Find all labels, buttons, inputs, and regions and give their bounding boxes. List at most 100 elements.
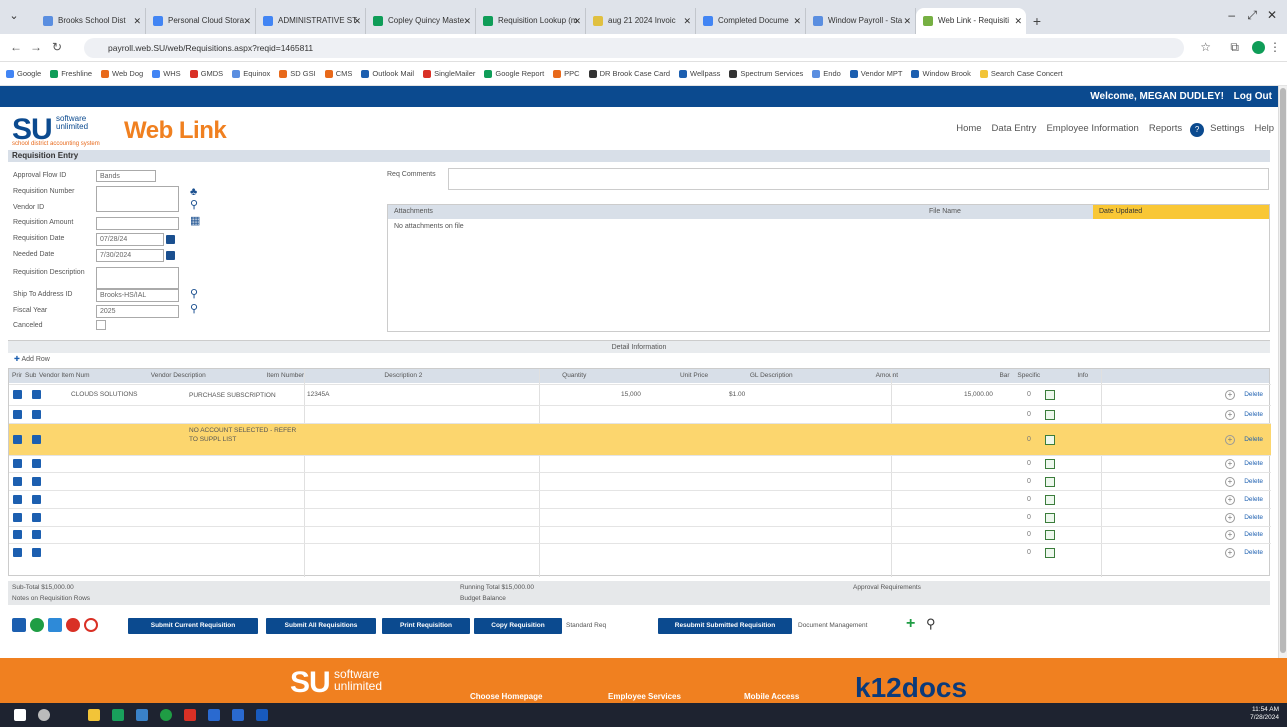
nav-help[interactable]: Help [1254,123,1274,137]
detail-calendar-icon[interactable] [1045,459,1055,469]
tab-close-icon[interactable]: ✕ [243,8,251,34]
bookmark-item[interactable]: Google Report [484,69,544,78]
bookmark-item[interactable]: DR Brook Case Card [588,69,670,78]
delete-icon[interactable] [66,618,80,632]
item-number-cell[interactable]: 12345A [307,391,329,398]
date-updated-col[interactable]: Date Updated [1093,205,1269,219]
browser-menu-icon[interactable]: ⋮ [1269,40,1281,54]
footer-link-employee[interactable]: Employee Services [608,692,681,701]
bookmark-item[interactable]: GMDS [189,69,223,78]
taskbar-app-icon[interactable] [136,709,148,721]
print-checkbox[interactable] [13,513,22,522]
grid-col-11[interactable]: Specific [1014,369,1074,383]
file-explorer-icon[interactable] [88,709,100,721]
print-requisition-button[interactable]: Print Requisition [382,618,470,634]
requisition-lookup-icon[interactable]: ♣ [190,186,197,198]
browser-tab-6[interactable]: Completed Docume ✕ [696,8,806,34]
grid-col-7[interactable]: Unit Price [677,369,747,383]
row-delete-link[interactable]: Delete [1244,411,1263,418]
resubmit-button[interactable]: Resubmit Submitted Requisition [658,618,792,634]
row-add-icon[interactable]: + [1225,459,1235,469]
scrollbar-thumb[interactable] [1280,88,1286,653]
row-delete-link[interactable]: Delete [1244,531,1263,538]
add-row-button[interactable]: ✚ Add Row [14,355,50,363]
row-add-icon[interactable]: + [1225,530,1235,540]
nav-data-entry[interactable]: Data Entry [992,123,1037,137]
bookmark-item[interactable]: Equinox [232,69,270,78]
row-add-icon[interactable]: + [1225,477,1235,487]
tab-close-icon[interactable]: ✕ [133,8,141,34]
table-row[interactable]: 0 + Delete [9,472,1271,490]
field-input-5[interactable]: 7/30/2024 [96,249,164,262]
calendar-icon[interactable] [166,235,175,244]
print-checkbox[interactable] [13,459,22,468]
bookmark-item[interactable]: CMS [324,69,352,78]
detail-calendar-icon[interactable] [1045,495,1055,505]
profile-avatar[interactable] [1252,41,1265,54]
bookmark-item[interactable]: WHS [152,69,181,78]
nav-reports[interactable]: Reports [1149,123,1182,137]
sub-checkbox[interactable] [32,459,41,468]
chrome-icon[interactable] [160,709,172,721]
minimize-icon[interactable]: – [1228,8,1235,22]
split-icon[interactable] [48,618,62,632]
reload-icon[interactable]: ↻ [52,40,62,54]
detail-calendar-icon[interactable] [1045,390,1055,400]
amount-icon[interactable]: ▦ [190,214,200,227]
bookmark-item[interactable]: Search Case Concert [979,69,1063,78]
system-clock[interactable]: 11:54 AM 7/28/2024 [1250,706,1279,722]
sub-checkbox[interactable] [32,548,41,557]
browser-tab-3[interactable]: Copley Quincy Maste ✕ [366,8,476,34]
print-checkbox[interactable] [13,530,22,539]
tab-search-icon[interactable]: ⌄ [6,8,22,24]
table-row[interactable]: CLOUDS SOLUTIONS PURCHASE SUBSCRIPTION 123… [9,384,1271,405]
sub-checkbox[interactable] [32,495,41,504]
tab-close-icon[interactable]: ✕ [353,8,361,34]
back-icon[interactable]: ← [10,40,22,54]
row-delete-link[interactable]: Delete [1244,496,1263,503]
detail-calendar-icon[interactable] [1045,477,1055,487]
add-icon[interactable] [30,618,44,632]
close-window-icon[interactable]: ✕ [1267,8,1277,22]
tab-close-icon[interactable]: ✕ [573,8,581,34]
tab-close-icon[interactable]: ✕ [1014,8,1022,34]
bookmark-item[interactable]: SingleMailer [423,69,475,78]
attachments-col[interactable]: Attachments [388,205,923,219]
calendar-icon[interactable] [166,251,175,260]
quantity-cell[interactable]: 15,000 [621,391,641,398]
save-icon[interactable] [12,618,26,632]
field-input-0[interactable]: Bands [96,170,156,182]
outlook-icon[interactable] [232,709,244,721]
detail-calendar-icon[interactable] [1045,435,1055,445]
search-document-icon[interactable]: ⚲ [926,616,936,632]
print-checkbox[interactable] [13,390,22,399]
detail-calendar-icon[interactable] [1045,530,1055,540]
tab-close-icon[interactable]: ✕ [793,8,801,34]
print-checkbox[interactable] [13,410,22,419]
unit-price-cell[interactable]: $1.00 [729,391,745,398]
bookmark-item[interactable]: Spectrum Services [729,69,803,78]
table-row[interactable]: 0 + Delete [9,490,1271,508]
print-checkbox[interactable] [13,548,22,557]
row-delete-link[interactable]: Delete [1244,436,1263,443]
table-row[interactable]: NO ACCOUNT SELECTED - REFER TO SUPPL LIS… [9,423,1271,455]
bookmark-star-icon[interactable]: ☆ [1200,40,1211,54]
taskbar-app-icon[interactable] [208,709,220,721]
grid-col-5[interactable]: Description 2 [381,369,559,383]
sub-checkbox[interactable] [32,530,41,539]
sub-checkbox[interactable] [32,410,41,419]
submit-current-button[interactable]: Submit Current Requisition [128,618,258,634]
table-row[interactable]: 0 + Delete [9,543,1271,561]
tab-close-icon[interactable]: ✕ [683,8,691,34]
amount-cell[interactable]: 15,000.00 [964,391,993,398]
remarks-input[interactable] [448,168,1269,190]
print-checkbox[interactable] [13,435,22,444]
bookmark-item[interactable]: PPC [553,69,580,78]
row-delete-link[interactable]: Delete [1244,460,1263,467]
table-row[interactable]: 0 + Delete [9,526,1271,543]
row-add-icon[interactable]: + [1225,548,1235,558]
fiscal-year-search-icon[interactable]: ⚲ [190,302,198,315]
row-add-icon[interactable]: + [1225,513,1235,523]
tab-close-icon[interactable]: ✕ [463,8,471,34]
acrobat-icon[interactable] [184,709,196,721]
